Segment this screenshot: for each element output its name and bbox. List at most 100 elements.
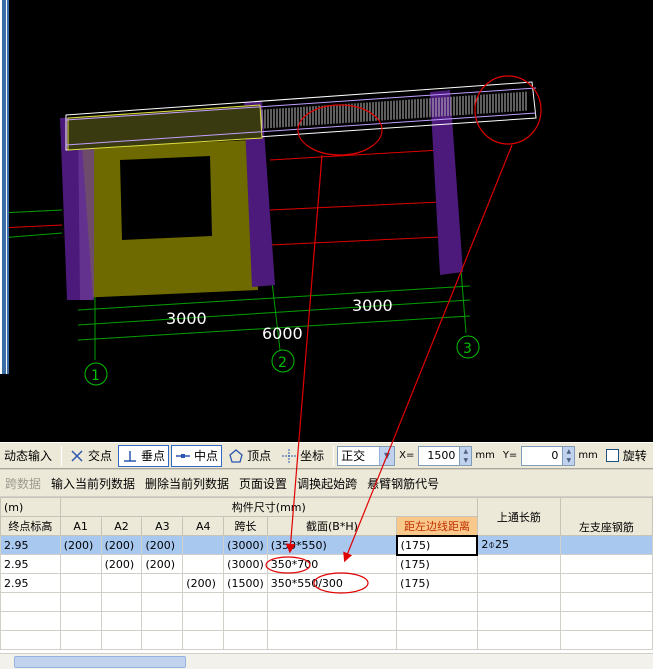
cell-span-length[interactable]: (3000): [223, 554, 268, 574]
menu-item-delete-column[interactable]: 删除当前列数据: [140, 475, 234, 492]
model-viewport[interactable]: 3000 3000 6000 1 2 3: [0, 0, 653, 442]
left-support-header: 左支座钢筋: [559, 497, 653, 536]
y-label: Y=: [502, 450, 518, 461]
dynamic-input-button[interactable]: 动态输入: [0, 445, 56, 467]
col-a1: A1: [59, 516, 102, 536]
cell-a2[interactable]: [100, 573, 143, 593]
table-row[interactable]: 2.95 (200) (1500) 350*550/300 (175): [0, 573, 653, 593]
axis-label-3: 3: [463, 341, 472, 357]
perpendicular-icon: [122, 448, 138, 464]
cell-span-length[interactable]: (3000): [223, 535, 268, 555]
coordinate-icon: [281, 448, 297, 464]
col-left-offset: 距左边线距离: [396, 516, 478, 536]
component-size-header: 构件尺寸(mm): [59, 497, 478, 517]
dynamic-input-label: 动态输入: [4, 449, 53, 463]
coordinate-button[interactable]: 坐标: [277, 445, 328, 467]
table-row[interactable]: [0, 592, 653, 612]
cell-section[interactable]: 350*550/300: [266, 573, 398, 593]
wall-opening: [120, 156, 212, 240]
axis-label-1: 1: [91, 368, 100, 384]
menu-item-swap-start-span[interactable]: 调换起始跨: [292, 475, 362, 492]
ortho-mode-select[interactable]: 正交 ▼: [337, 445, 396, 466]
menu-item-input-column[interactable]: 输入当前列数据: [46, 475, 140, 492]
cell-left-support[interactable]: [559, 573, 653, 593]
menu-item-page-setup[interactable]: 页面设置: [234, 475, 292, 492]
x-spinner[interactable]: ▲ ▼: [460, 445, 473, 466]
x-unit: mm: [475, 450, 495, 461]
perpendicular-button[interactable]: 垂点: [118, 444, 170, 467]
vertex-icon: [228, 448, 244, 464]
beam-table: (m) 构件尺寸(mm) 上通长筋 左支座钢筋 终点标高 A1 A2 A3 A4…: [0, 497, 653, 650]
top-bar-header: 上通长筋: [476, 497, 561, 536]
cell-a4[interactable]: [182, 535, 225, 555]
cell-left-offset[interactable]: (175): [396, 573, 478, 593]
intersection-icon: [69, 448, 85, 464]
cell-left-offset[interactable]: (175): [396, 554, 478, 574]
cell-left-offset[interactable]: (175): [395, 534, 479, 556]
intersection-label: 交点: [88, 449, 113, 463]
cell-left-support[interactable]: [559, 554, 653, 574]
menu-item-span-data[interactable]: 跨数据: [0, 475, 46, 492]
dim-label-total: 6000: [262, 324, 303, 343]
unit-header: (m): [0, 497, 61, 517]
cell-a2[interactable]: (200): [100, 535, 143, 555]
col-a4: A4: [182, 516, 225, 536]
midpoint-icon: [175, 448, 191, 464]
cell-section[interactable]: (350*550): [266, 535, 398, 555]
cell-top-bar[interactable]: 2⌽25: [476, 535, 561, 555]
cell-a4[interactable]: (200): [182, 573, 225, 593]
col-a3: A3: [141, 516, 184, 536]
dim-label-2: 3000: [352, 296, 393, 315]
x-input[interactable]: 1500: [418, 445, 461, 466]
rotate-label: 旋转: [622, 449, 647, 463]
grid-menu-bar: 跨数据 输入当前列数据 删除当前列数据 页面设置 调换起始跨 悬臂钢筋代号: [0, 470, 653, 496]
coordinate-label: 坐标: [300, 449, 325, 463]
menu-item-cantilever-code[interactable]: 悬臂钢筋代号: [362, 475, 444, 492]
dim-label-1: 3000: [166, 309, 207, 328]
table-row[interactable]: 2.95 (200) (200) (3000) 350*700 (175): [0, 554, 653, 574]
horizontal-scrollbar[interactable]: [0, 653, 653, 669]
model-canvas[interactable]: 3000 3000 6000 1 2 3: [0, 0, 653, 442]
beam-data-grid[interactable]: (m) 构件尺寸(mm) 上通长筋 左支座钢筋 终点标高 A1 A2 A3 A4…: [0, 497, 653, 669]
intersection-button[interactable]: 交点: [65, 445, 116, 467]
table-row[interactable]: 2.95 (200) (200) (200) (3000) (350*550) …: [0, 534, 653, 556]
col-end-elevation: 终点标高: [0, 516, 61, 536]
midpoint-label: 中点: [194, 449, 219, 463]
cell-span-length[interactable]: (1500): [223, 573, 268, 593]
left-panel-edge[interactable]: [0, 0, 9, 374]
cell-a3[interactable]: (200): [141, 535, 184, 555]
axis-label-2: 2: [278, 355, 287, 371]
vertex-button[interactable]: 顶点: [224, 445, 275, 467]
cell-a3[interactable]: [141, 573, 184, 593]
snap-toolbar: 动态输入 交点 垂点 中点 顶点 坐标 正交 ▼ X= 1500 ▲ ▼ mm …: [0, 442, 653, 469]
chevron-down-icon[interactable]: ▼: [379, 446, 395, 465]
y-unit: mm: [578, 450, 598, 461]
cell-a2[interactable]: (200): [100, 554, 143, 574]
x-label: X=: [399, 450, 415, 461]
vertex-label: 顶点: [247, 449, 272, 463]
cell-a3[interactable]: (200): [141, 554, 184, 574]
cell-a1[interactable]: (200): [59, 535, 102, 555]
cell-end-elevation[interactable]: 2.95: [0, 535, 61, 555]
cell-top-bar[interactable]: [476, 554, 561, 574]
cell-a1[interactable]: [59, 554, 102, 574]
col-section: 截面(B*H): [266, 516, 398, 536]
perpendicular-label: 垂点: [141, 449, 166, 463]
cell-section[interactable]: 350*700: [266, 554, 398, 574]
cell-a4[interactable]: [182, 554, 225, 574]
midpoint-button[interactable]: 中点: [171, 444, 223, 467]
cell-end-elevation[interactable]: 2.95: [0, 554, 61, 574]
y-input[interactable]: 0: [521, 445, 564, 466]
rotate-checkbox[interactable]: [605, 449, 619, 462]
cell-top-bar[interactable]: [476, 573, 561, 593]
cell-left-support[interactable]: [559, 535, 653, 555]
col-span-length: 跨长: [223, 516, 268, 536]
ortho-mode-value: 正交: [341, 449, 366, 463]
cell-a1[interactable]: [59, 573, 102, 593]
y-spinner[interactable]: ▲ ▼: [563, 445, 576, 466]
cell-end-elevation[interactable]: 2.95: [0, 573, 61, 593]
table-row[interactable]: [0, 611, 653, 631]
col-a2: A2: [100, 516, 143, 536]
table-row[interactable]: [0, 630, 653, 650]
scrollbar-thumb[interactable]: [14, 656, 186, 668]
